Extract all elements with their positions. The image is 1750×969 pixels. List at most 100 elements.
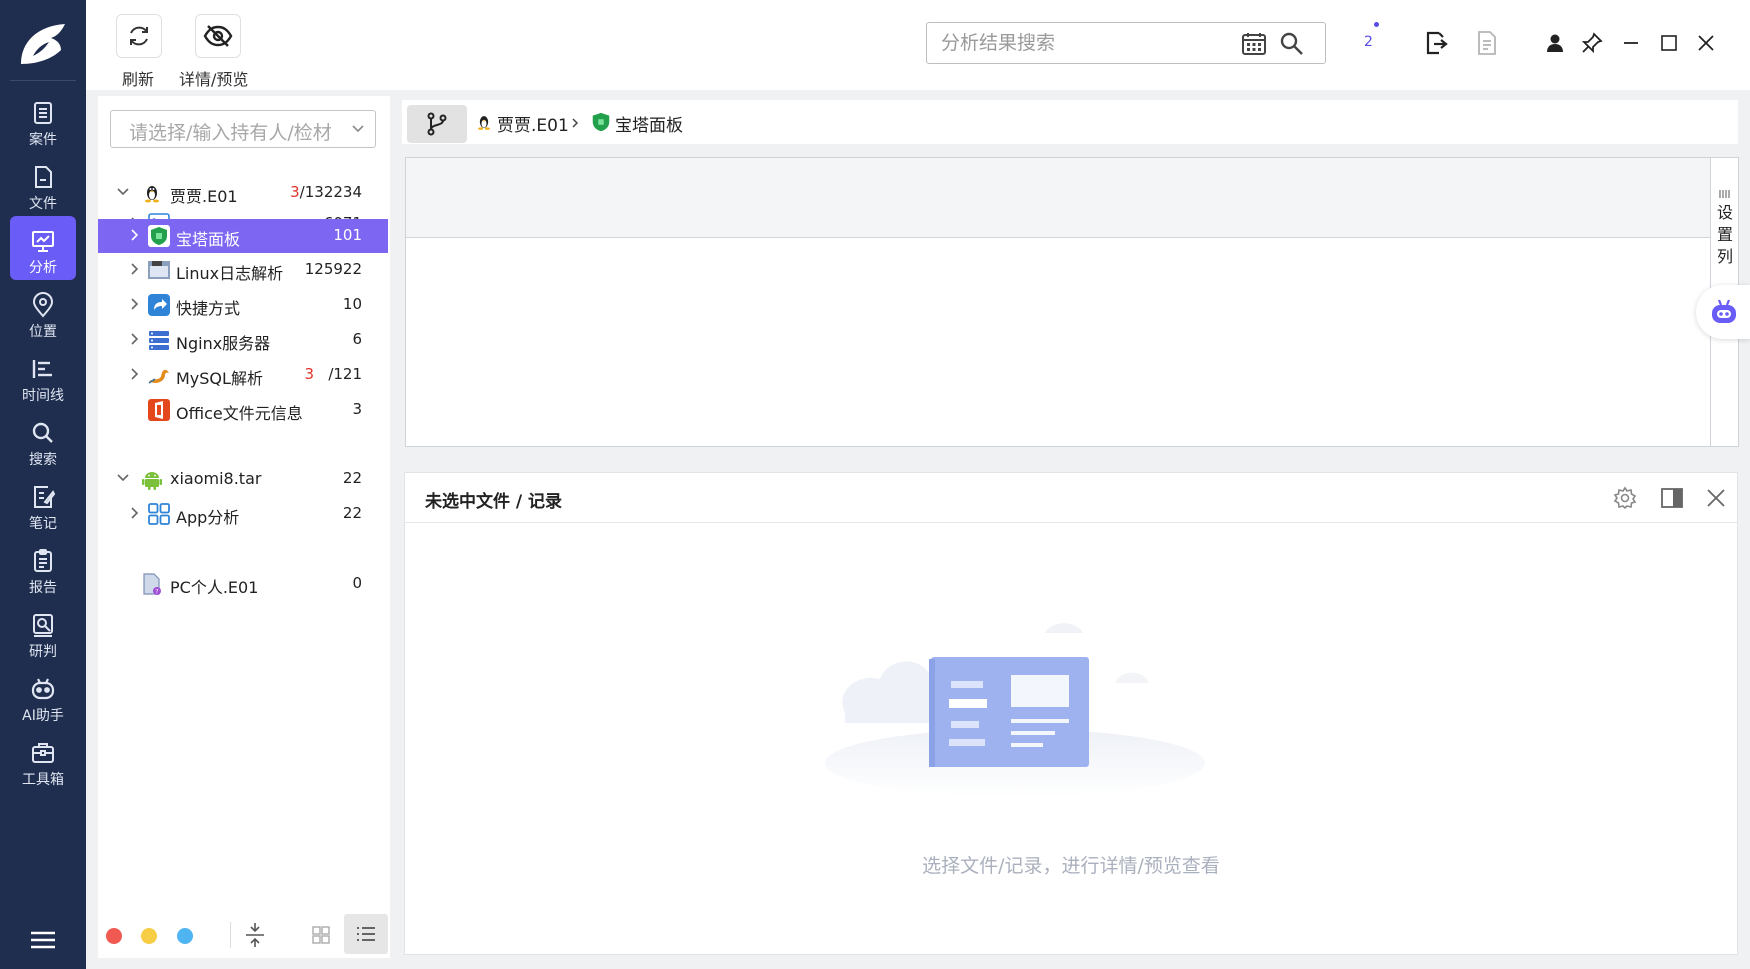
detail-preview-button[interactable] bbox=[195, 14, 241, 58]
evidence-tree-panel: 请选择/输入持有人/检材 贾贾.E01 3/132234 Linux基本信息 6… bbox=[98, 96, 390, 958]
nav-item-label: 位置 bbox=[29, 324, 57, 340]
baota-shield-icon bbox=[592, 112, 610, 132]
node-label: MySQL解析 bbox=[176, 369, 263, 388]
node-count-red: 3 bbox=[304, 365, 314, 383]
close-icon bbox=[1698, 35, 1714, 51]
chevron-right-icon[interactable] bbox=[128, 506, 142, 520]
result-search-input[interactable] bbox=[939, 29, 1239, 57]
empty-state-illustration bbox=[825, 623, 1205, 797]
nav-item-label: 案件 bbox=[29, 132, 57, 148]
minimize-button[interactable] bbox=[1618, 30, 1644, 56]
refresh-label: 刷新 bbox=[122, 70, 155, 89]
collapse-all-icon[interactable] bbox=[244, 922, 266, 948]
empty-state-text: 选择文件/记录，进行详情/预览查看 bbox=[922, 855, 1220, 877]
holder-select[interactable]: 请选择/输入持有人/检材 bbox=[110, 110, 376, 148]
node-count: 10 bbox=[342, 295, 362, 313]
nav-item-toolbox[interactable]: 工具箱 bbox=[10, 728, 76, 792]
notification-count: 2 bbox=[1364, 34, 1373, 50]
nav-item-timeline[interactable]: 时间线 bbox=[10, 344, 76, 408]
mysql-dolphin-icon bbox=[148, 369, 169, 384]
evidence-name: xiaomi8.tar bbox=[170, 469, 262, 488]
holder-select-placeholder: 请选择/输入持有人/检材 bbox=[129, 122, 332, 144]
nav-divider bbox=[10, 80, 76, 81]
color-filter-red[interactable] bbox=[106, 928, 122, 944]
settings-gear-icon[interactable] bbox=[1613, 486, 1637, 510]
top-toolbar: 刷新 详情/预览 2 bbox=[86, 0, 1750, 90]
detail-title: 未选中文件 / 记录 bbox=[425, 492, 563, 512]
nav-item-case[interactable]: 案件 bbox=[10, 88, 76, 152]
tree-node-evidence-2[interactable]: xiaomi8.tar 22 bbox=[98, 462, 388, 496]
close-panel-icon[interactable] bbox=[1705, 487, 1727, 509]
chevron-down-icon[interactable] bbox=[116, 185, 130, 199]
chevron-right-icon[interactable] bbox=[128, 367, 142, 381]
grid-view-icon[interactable] bbox=[311, 925, 331, 945]
breadcrumb-item[interactable]: 贾贾.E01 bbox=[497, 111, 569, 136]
refresh-button[interactable] bbox=[116, 14, 162, 58]
android-icon bbox=[142, 472, 162, 490]
calendar-icon[interactable] bbox=[1241, 32, 1267, 56]
panel-toggle-icon[interactable] bbox=[1660, 486, 1684, 510]
search-icon[interactable] bbox=[1279, 31, 1305, 57]
evidence-count: 0 bbox=[352, 574, 362, 592]
pin-button[interactable] bbox=[1579, 30, 1605, 56]
chevron-right-icon[interactable] bbox=[128, 262, 142, 276]
linux-tux-icon bbox=[145, 186, 159, 203]
nav-item-judge[interactable]: 研判 bbox=[10, 600, 76, 664]
notification-dot bbox=[1374, 22, 1379, 27]
tree-node-linux-log[interactable]: Linux日志解析 125922 bbox=[98, 253, 388, 287]
nav-item-file[interactable]: 文件 bbox=[10, 152, 76, 216]
list-view-button[interactable] bbox=[344, 914, 388, 954]
main-menu-icon[interactable] bbox=[28, 925, 58, 955]
node-label: App分析 bbox=[176, 508, 240, 527]
nav-item-location[interactable]: 位置 bbox=[10, 280, 76, 344]
user-button[interactable] bbox=[1542, 30, 1568, 56]
breadcrumb-item[interactable]: 宝塔面板 bbox=[615, 111, 683, 136]
maximize-button[interactable] bbox=[1656, 30, 1682, 56]
chevron-down-icon[interactable] bbox=[116, 471, 130, 485]
minimize-icon bbox=[1624, 42, 1638, 44]
result-search-box[interactable] bbox=[926, 22, 1326, 64]
nav-item-ai[interactable]: AI助手 bbox=[10, 664, 76, 728]
export-button[interactable] bbox=[1424, 30, 1450, 56]
tree-node-evidence-3[interactable]: ? PC个人.E01 0 bbox=[98, 567, 388, 601]
analysis-icon bbox=[32, 231, 54, 252]
color-filter-blue[interactable] bbox=[177, 928, 193, 944]
log-file-icon bbox=[148, 261, 170, 279]
ai-assistant-float-button[interactable] bbox=[1696, 285, 1750, 339]
robot-icon bbox=[1712, 299, 1736, 323]
nav-item-search[interactable]: 搜索 bbox=[10, 408, 76, 472]
node-count: 125922 bbox=[304, 260, 362, 278]
shortcut-arrow-icon bbox=[148, 294, 170, 316]
branch-button[interactable] bbox=[407, 105, 467, 143]
tree-node-mysql[interactable]: MySQL解析 3 /121 bbox=[98, 358, 388, 392]
close-window-button[interactable] bbox=[1693, 30, 1719, 56]
tree-node-evidence-1[interactable]: 贾贾.E01 3/132234 bbox=[98, 176, 388, 210]
report-doc-button[interactable] bbox=[1474, 30, 1500, 56]
chevron-down-icon bbox=[352, 125, 364, 133]
color-filter-yellow[interactable] bbox=[141, 928, 157, 944]
tree-node-office-meta[interactable]: Office文件元信息 3 bbox=[98, 393, 388, 427]
chevron-right-icon[interactable] bbox=[128, 228, 142, 242]
node-label: 宝塔面板 bbox=[176, 230, 241, 249]
nav-item-report[interactable]: 报告 bbox=[10, 536, 76, 600]
grid-header bbox=[406, 158, 1711, 238]
file-icon bbox=[35, 166, 52, 188]
set-columns-label: 设置列 bbox=[1717, 203, 1734, 266]
nav-item-analysis[interactable]: 分析 bbox=[10, 216, 76, 280]
office-icon bbox=[148, 399, 170, 421]
pin-icon bbox=[1581, 32, 1603, 54]
maximize-icon bbox=[1661, 35, 1677, 51]
git-branch-icon bbox=[427, 112, 447, 136]
tree-node-shortcut[interactable]: 快捷方式 10 bbox=[98, 288, 388, 322]
tree-node-baota-panel[interactable]: 宝塔面板 101 bbox=[98, 219, 388, 253]
tree-node-nginx[interactable]: Nginx服务器 6 bbox=[98, 323, 388, 357]
node-count-total: /121 bbox=[328, 365, 362, 383]
chevron-right-icon[interactable] bbox=[128, 332, 142, 346]
chevron-right-icon bbox=[572, 118, 579, 128]
detail-preview-label: 详情/预览 bbox=[179, 70, 249, 89]
notification-badge[interactable]: 2 bbox=[1358, 22, 1388, 58]
nav-rail: 案件 文件 分析 位置 时间线 搜索 笔记 报告 研判 AI助手 工具箱 bbox=[0, 0, 86, 969]
tree-node-app-analysis[interactable]: App分析 22 bbox=[98, 497, 388, 531]
nav-item-note[interactable]: 笔记 bbox=[10, 472, 76, 536]
chevron-right-icon[interactable] bbox=[128, 297, 142, 311]
